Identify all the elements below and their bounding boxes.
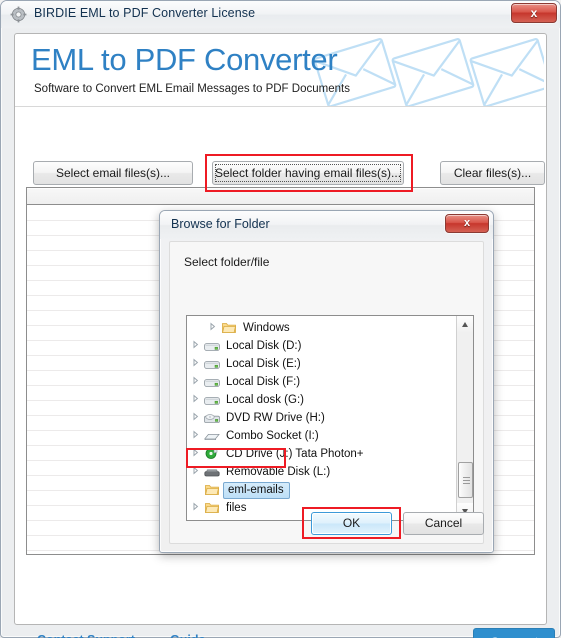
select-folder-button[interactable]: Select folder having email files(s)...: [212, 161, 404, 185]
optical-drive-icon: [204, 410, 222, 426]
convert-button[interactable]: Convert: [473, 628, 555, 638]
application-window: BIRDIE EML to PDF Converter License x EM…: [0, 0, 561, 638]
chevron-right-icon[interactable]: [187, 445, 204, 463]
chevron-right-icon[interactable]: [187, 337, 204, 355]
envelope-icon: [304, 34, 546, 106]
close-icon: x: [530, 6, 538, 20]
dialog-body: Select folder/file Windows Local Disk (D:…: [169, 241, 484, 544]
tree-item-label: Local Disk (F:): [226, 376, 301, 388]
tree-item-label: files: [226, 502, 247, 514]
tree-item[interactable]: Local Disk (E:): [187, 355, 455, 373]
clear-files-button[interactable]: Clear files(s)...: [440, 161, 545, 185]
tree-item-label: Removable Disk (L:): [226, 466, 331, 478]
tree-item[interactable]: Local dosk (G:): [187, 391, 455, 409]
folder-tree-items: Windows Local Disk (D:) Local Disk (E:) Loc…: [187, 319, 455, 517]
removable-disk-icon: [204, 464, 222, 480]
drive-icon: [204, 392, 222, 408]
tree-item[interactable]: eml-emails: [187, 481, 455, 499]
cd-drive-icon: [204, 446, 222, 462]
window-title: BIRDIE EML to PDF Converter License: [34, 6, 256, 20]
chevron-right-icon[interactable]: [187, 409, 204, 427]
drive-icon: [204, 356, 222, 372]
tree-item[interactable]: Removable Disk (L:): [187, 463, 455, 481]
product-banner: EML to PDF Converter Software to Convert…: [15, 34, 546, 107]
file-list-header: [27, 188, 534, 205]
tree-item-label: Combo Socket (I:): [226, 430, 319, 442]
folder-icon: [221, 320, 239, 336]
content-panel: EML to PDF Converter Software to Convert…: [14, 33, 555, 638]
dialog-close-button[interactable]: x: [445, 214, 489, 233]
scrollbar-thumb[interactable]: [458, 462, 473, 498]
browse-for-folder-dialog: Browse for Folder x Select folder/file W…: [159, 210, 494, 553]
tree-item[interactable]: DVD RW Drive (H:): [187, 409, 455, 427]
dialog-instruction: Select folder/file: [184, 255, 270, 269]
tree-item[interactable]: CD Drive (J:) Tata Photon+: [187, 445, 455, 463]
dialog-title-bar: Browse for Folder x: [160, 211, 493, 239]
tree-scrollbar[interactable]: [456, 316, 473, 520]
page-subtitle: Software to Convert EML Email Messages t…: [34, 83, 350, 95]
tree-item-label: Local Disk (E:): [226, 358, 301, 370]
folder-icon: [204, 482, 222, 498]
chevron-right-icon[interactable]: [187, 391, 204, 409]
drive-icon: [204, 374, 222, 390]
tree-item-label: CD Drive (J:) Tata Photon+: [226, 448, 364, 460]
chevron-right-icon[interactable]: [187, 463, 204, 481]
tree-item[interactable]: Combo Socket (I:): [187, 427, 455, 445]
title-bar: BIRDIE EML to PDF Converter License x: [1, 1, 560, 28]
drive-icon: [204, 338, 222, 354]
removable-drive-icon: [204, 428, 222, 444]
ok-button[interactable]: OK: [311, 512, 392, 535]
folder-icon: [204, 500, 222, 516]
close-button[interactable]: x: [511, 3, 557, 23]
close-icon: x: [463, 217, 471, 229]
focus-ring: [215, 164, 401, 182]
chevron-right-icon[interactable]: [187, 355, 204, 373]
dialog-title: Browse for Folder: [171, 217, 270, 231]
gear-icon: [10, 6, 27, 23]
tree-item[interactable]: Local Disk (F:): [187, 373, 455, 391]
chevron-right-icon[interactable]: [187, 373, 204, 391]
chevron-right-icon[interactable]: [204, 319, 221, 337]
tree-item[interactable]: Windows: [187, 319, 455, 337]
tree-item-label: Windows: [243, 322, 290, 334]
tree-item-label: Local dosk (G:): [226, 394, 304, 406]
folder-tree[interactable]: Windows Local Disk (D:) Local Disk (E:) Loc…: [186, 315, 474, 521]
select-email-files-button[interactable]: Select email files(s)...: [33, 161, 193, 185]
cancel-button[interactable]: Cancel: [403, 512, 484, 535]
guide-link[interactable]: Guide: [170, 633, 205, 638]
tree-item-label: DVD RW Drive (H:): [226, 412, 325, 424]
contact-support-link[interactable]: Contact Support: [37, 633, 135, 638]
chevron-right-icon[interactable]: [187, 427, 204, 445]
page-title: EML to PDF Converter: [31, 42, 338, 77]
tree-item-label: eml-emails: [223, 481, 290, 499]
tree-item[interactable]: Local Disk (D:): [187, 337, 455, 355]
tree-item-label: Local Disk (D:): [226, 340, 302, 352]
scroll-up-arrow[interactable]: [457, 316, 473, 333]
chevron-right-icon[interactable]: [187, 499, 204, 517]
